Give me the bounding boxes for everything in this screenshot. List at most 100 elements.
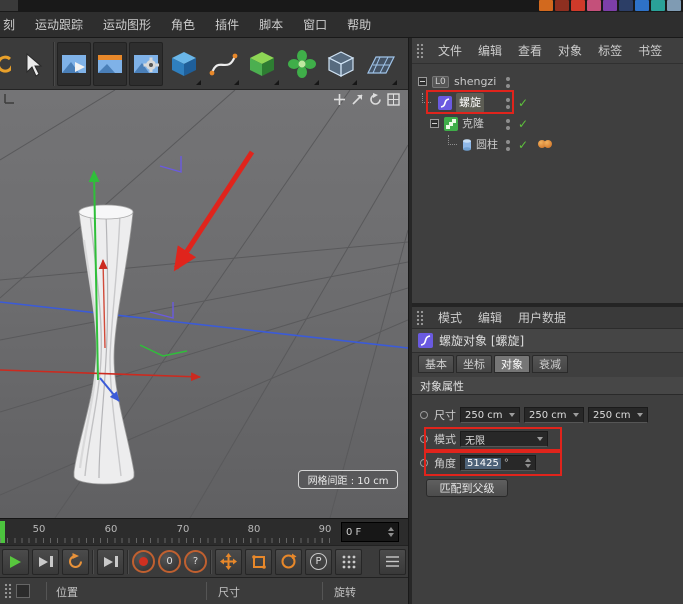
am-menu-edit[interactable]: 编辑	[470, 309, 510, 326]
render-picture-viewer-icon[interactable]	[93, 42, 127, 86]
coord-system-button[interactable]: P	[305, 549, 332, 575]
visibility-dots-icon[interactable]	[506, 77, 510, 88]
transport-separator	[210, 550, 212, 574]
pan-icon[interactable]	[332, 92, 346, 106]
layout-button[interactable]	[379, 549, 406, 575]
om-menu-file[interactable]: 文件	[430, 42, 470, 59]
rotate-tool-button[interactable]	[275, 549, 302, 575]
status-rotation-label: 旋转	[334, 584, 356, 600]
menu-sculpt[interactable]: 刻	[0, 12, 25, 37]
enabled-check-icon[interactable]: ✓	[518, 114, 528, 134]
tab-basic[interactable]: 基本	[418, 355, 454, 373]
selection-tool-icon[interactable]	[13, 41, 51, 87]
object-title-text: 螺旋对象 [螺旋]	[439, 332, 524, 349]
attribute-manager-grip[interactable]	[416, 310, 424, 326]
om-menu-tags[interactable]: 标签	[590, 42, 630, 59]
tree-row-shengzi[interactable]: L0 shengzi	[412, 72, 683, 92]
autokey-button[interactable]: 0	[158, 550, 181, 573]
viewport-background[interactable]	[0, 90, 408, 518]
menu-mograph[interactable]: 运动图形	[93, 12, 161, 37]
zoom-icon[interactable]	[350, 92, 364, 106]
am-menu-userdata[interactable]: 用户数据	[510, 309, 574, 326]
frame-spinner[interactable]	[388, 527, 394, 537]
tree-row-cylinder[interactable]: 圆柱 ✓	[412, 135, 683, 155]
undo-icon[interactable]	[0, 41, 11, 87]
om-menu-objects[interactable]: 对象	[550, 42, 590, 59]
statusbar-separator	[322, 582, 323, 600]
size-y-field[interactable]: 250 cm	[524, 407, 584, 423]
tab-coordinates[interactable]: 坐标	[456, 355, 492, 373]
fit-to-parent-button[interactable]: 匹配到父级	[426, 479, 508, 497]
toolbar-separator	[53, 42, 55, 86]
cloner-icon	[444, 117, 458, 131]
object-name-cloner[interactable]: 克隆	[462, 114, 484, 134]
move-tool-button[interactable]	[215, 549, 242, 575]
object-manager-grip[interactable]	[416, 43, 424, 59]
loop-button[interactable]	[62, 549, 89, 575]
object-name-shengzi[interactable]: shengzi	[454, 72, 496, 92]
om-menu-bookmarks[interactable]: 书签	[630, 42, 670, 59]
next-frame-button[interactable]	[32, 549, 59, 575]
enabled-check-icon[interactable]: ✓	[518, 135, 528, 155]
coord-system-label: P	[310, 553, 327, 570]
am-menu-mode[interactable]: 模式	[430, 309, 470, 326]
menu-window[interactable]: 窗口	[293, 12, 337, 37]
goto-end-button[interactable]	[97, 549, 124, 575]
tab-falloff[interactable]: 衰减	[532, 355, 568, 373]
timeline-tick: 90	[313, 524, 337, 535]
current-frame-field[interactable]: 0 F	[341, 522, 399, 542]
object-properties-section: 对象属性	[412, 377, 683, 395]
transport-separator	[92, 550, 94, 574]
size-z-value: 250 cm	[593, 410, 631, 421]
object-name-cylinder[interactable]: 圆柱	[476, 135, 498, 155]
timeline-ruler[interactable]: 50 60 70 80 90 0 F	[0, 518, 408, 545]
attribute-tabs: 基本 坐标 对象 衰减	[418, 355, 568, 373]
om-menu-view[interactable]: 查看	[510, 42, 550, 59]
statusbar-grip[interactable]	[4, 583, 12, 599]
statusbar: 位置 尺寸 旋转	[0, 577, 408, 604]
add-cube-icon[interactable]	[165, 41, 203, 87]
menu-help[interactable]: 帮助	[337, 12, 381, 37]
keyframe-help-button[interactable]: ?	[184, 550, 207, 573]
enabled-check-icon[interactable]: ✓	[518, 93, 528, 113]
tree-row-cloner[interactable]: 克隆 ✓	[412, 114, 683, 134]
size-z-field[interactable]: 250 cm	[588, 407, 648, 423]
size-x-field[interactable]: 250 cm	[460, 407, 520, 423]
viewport-canvas[interactable]	[0, 90, 408, 518]
expander-icon[interactable]	[418, 77, 427, 86]
render-view-icon[interactable]	[57, 42, 91, 86]
size-x-value: 250 cm	[465, 410, 503, 421]
titlebar-app-icon	[539, 0, 553, 11]
titlebar-app-icon	[619, 0, 633, 11]
visibility-dots-icon[interactable]	[506, 140, 510, 151]
subdivision-surface-icon[interactable]	[243, 41, 281, 87]
right-panel: 文件 编辑 查看 对象 标签 书签 L0 shengzi 螺旋 ✓	[412, 38, 683, 604]
render-settings-icon[interactable]	[129, 42, 163, 86]
scale-tool-button[interactable]	[245, 549, 272, 575]
anim-dot-icon[interactable]	[420, 411, 428, 419]
tab-object[interactable]: 对象	[494, 355, 530, 373]
workplane-icon[interactable]	[361, 41, 399, 87]
menu-plugins[interactable]: 插件	[205, 12, 249, 37]
cinema4d-window: 刻 运动跟踪 运动图形 角色 插件 脚本 窗口 帮助	[0, 0, 683, 604]
spline-pen-icon[interactable]	[205, 41, 241, 87]
rotate-view-icon[interactable]	[368, 92, 382, 106]
annotation-box-angle	[424, 451, 562, 476]
current-frame-value: 0 F	[346, 527, 361, 538]
status-size-label: 尺寸	[218, 584, 240, 600]
om-menu-edit[interactable]: 编辑	[470, 42, 510, 59]
menu-motion-tracking[interactable]: 运动跟踪	[25, 12, 93, 37]
snap-grid-button[interactable]	[335, 549, 362, 575]
expander-icon[interactable]	[430, 119, 439, 128]
mograph-icon[interactable]	[283, 41, 321, 87]
record-keyframe-button[interactable]	[132, 550, 155, 573]
deformer-icon[interactable]	[323, 41, 359, 87]
viewport[interactable]: 网格间距 : 10 cm	[0, 90, 408, 518]
object-tag-icon[interactable]	[540, 140, 552, 148]
twist-deformer-icon	[418, 333, 433, 348]
toggle-view-icon[interactable]	[386, 92, 400, 106]
menu-script[interactable]: 脚本	[249, 12, 293, 37]
play-button[interactable]	[2, 549, 29, 575]
menu-character[interactable]: 角色	[161, 12, 205, 37]
visibility-dots-icon[interactable]	[506, 119, 510, 130]
